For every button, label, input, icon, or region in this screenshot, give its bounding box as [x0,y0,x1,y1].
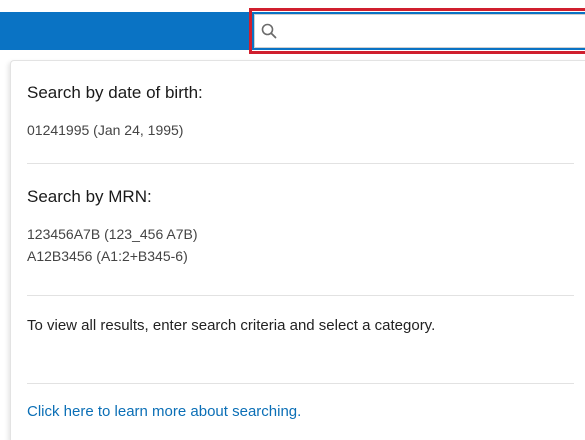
search-screen: Search by date of birth: 01241995 (Jan 2… [0,0,585,440]
search-help-dropdown: Search by date of birth: 01241995 (Jan 2… [10,60,585,440]
divider [27,163,574,164]
search-info-text: To view all results, enter search criter… [27,317,436,334]
mrn-section-title: Search by MRN: [27,187,152,206]
mrn-example-1: 123456A7B (123_456 A7B) [27,226,198,242]
divider [27,295,574,296]
mrn-example-2: A12B3456 (A1:2+B345-6) [27,248,188,264]
dob-section-title: Search by date of birth: [27,83,203,102]
learn-more-link[interactable]: Click here to learn more about searching… [27,403,301,420]
divider [27,383,574,384]
search-highlight-frame [249,8,585,54]
dob-example: 01241995 (Jan 24, 1995) [27,122,184,138]
